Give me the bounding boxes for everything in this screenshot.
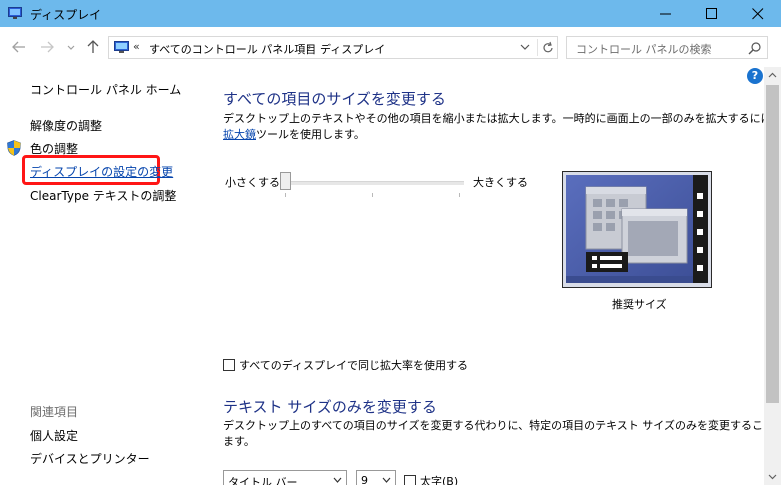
minimize-icon [660, 13, 671, 15]
maximize-icon [706, 8, 717, 19]
breadcrumb-separator[interactable]: › [307, 40, 312, 54]
scrollbar-thumb[interactable] [766, 85, 779, 403]
item-select[interactable]: タイトル バー [223, 470, 347, 485]
text-description: デスクトップ上のすべての項目のサイズを変更する代わりに、特定の項目のテキスト サ… [223, 418, 781, 450]
bold-checkbox-label: 太字(B) [420, 475, 459, 485]
help-icon[interactable]: ? [747, 68, 763, 84]
address-divider [537, 39, 538, 56]
dropdown-icon[interactable] [520, 42, 530, 52]
slider-small-label: 小さくする [225, 176, 280, 189]
text-description-line1: デスクトップ上のすべての項目のサイズを変更する代わりに、特定の項目のテキスト サ… [223, 419, 781, 432]
scroll-down-icon[interactable] [764, 468, 781, 485]
same-scale-checkbox[interactable]: すべてのディスプレイで同じ拡大率を使用する [223, 357, 468, 373]
title-bar[interactable]: ディスプレイ [0, 0, 781, 27]
slider-tick [459, 193, 460, 197]
refresh-icon[interactable] [541, 41, 555, 55]
maximize-button[interactable] [689, 0, 735, 27]
search-icon[interactable] [748, 41, 762, 55]
recent-chevron-icon[interactable] [66, 38, 76, 56]
related-item-devices-printers[interactable]: デバイスとプリンター [30, 450, 150, 467]
sidebar-item-cleartype[interactable]: ClearType テキストの調整 [30, 187, 176, 204]
shield-icon [7, 140, 21, 156]
preview-label: 推奨サイズ [612, 298, 667, 311]
same-scale-checkbox-label: すべてのディスプレイで同じ拡大率を使用する [239, 359, 469, 372]
display-icon [8, 7, 22, 19]
forward-arrow-icon[interactable] [40, 38, 54, 56]
font-size-select[interactable]: 9 [356, 470, 396, 485]
up-arrow-icon[interactable] [86, 38, 100, 56]
breadcrumb-display[interactable]: ディスプレイ [320, 41, 385, 57]
scroll-up-icon[interactable] [764, 67, 781, 84]
size-slider-track[interactable] [283, 181, 464, 185]
chevron-down-icon [382, 477, 391, 483]
address-bar[interactable]: « すべてのコントロール パネル項目 › ディスプレイ [108, 36, 558, 59]
breadcrumb-all-items[interactable]: すべてのコントロール パネル項目 [149, 41, 316, 57]
size-heading: すべての項目のサイズを変更する [223, 90, 446, 108]
chevron-down-icon [333, 477, 342, 483]
display-window: ディスプレイ « すべてのコントロール パネル項目 › ディスプレイ コントロー… [0, 0, 781, 485]
related-header: 関連項目 [30, 405, 79, 419]
size-description: デスクトップ上のテキストやその他の項目を縮小または拡大します。一時的に画面上の一… [223, 111, 781, 143]
address-overflow[interactable]: « [133, 40, 140, 53]
magnifier-link[interactable]: 拡大鏡 [223, 128, 256, 141]
text-description-line2: ます。 [223, 435, 255, 448]
size-slider-thumb[interactable] [280, 172, 291, 190]
window-title: ディスプレイ [30, 8, 102, 22]
search-placeholder: コントロール パネルの検索 [576, 43, 712, 56]
search-input[interactable]: コントロール パネルの検索 [566, 36, 768, 59]
slider-tick [285, 193, 286, 197]
sidebar-control-panel-home[interactable]: コントロール パネル ホーム [30, 81, 181, 98]
bold-checkbox-box[interactable] [404, 475, 416, 485]
size-description-line1: デスクトップ上のテキストやその他の項目を縮小または拡大します。一時的に画面上の一… [223, 112, 781, 125]
item-select-value: タイトル バー [228, 476, 298, 485]
text-heading: テキスト サイズのみを変更する [223, 398, 437, 416]
bold-checkbox[interactable]: 太字(B) [404, 473, 458, 485]
back-arrow-icon[interactable] [12, 38, 26, 56]
minimize-button[interactable] [643, 0, 689, 27]
related-item-personalization[interactable]: 個人設定 [30, 427, 78, 444]
slider-tick [372, 193, 373, 197]
close-button[interactable] [735, 0, 781, 27]
size-description-line2: ツールを使用します。 [256, 128, 365, 141]
sidebar-item-adjust-resolution[interactable]: 解像度の調整 [30, 117, 102, 134]
close-icon [752, 8, 764, 20]
same-scale-checkbox-box[interactable] [223, 359, 235, 371]
font-size-select-value: 9 [361, 474, 368, 485]
slider-large-label: 大きくする [473, 176, 528, 189]
sidebar-item-change-display-settings[interactable]: ディスプレイの設定の変更 [30, 163, 173, 180]
computer-icon [114, 41, 129, 53]
size-preview-image [562, 171, 712, 288]
